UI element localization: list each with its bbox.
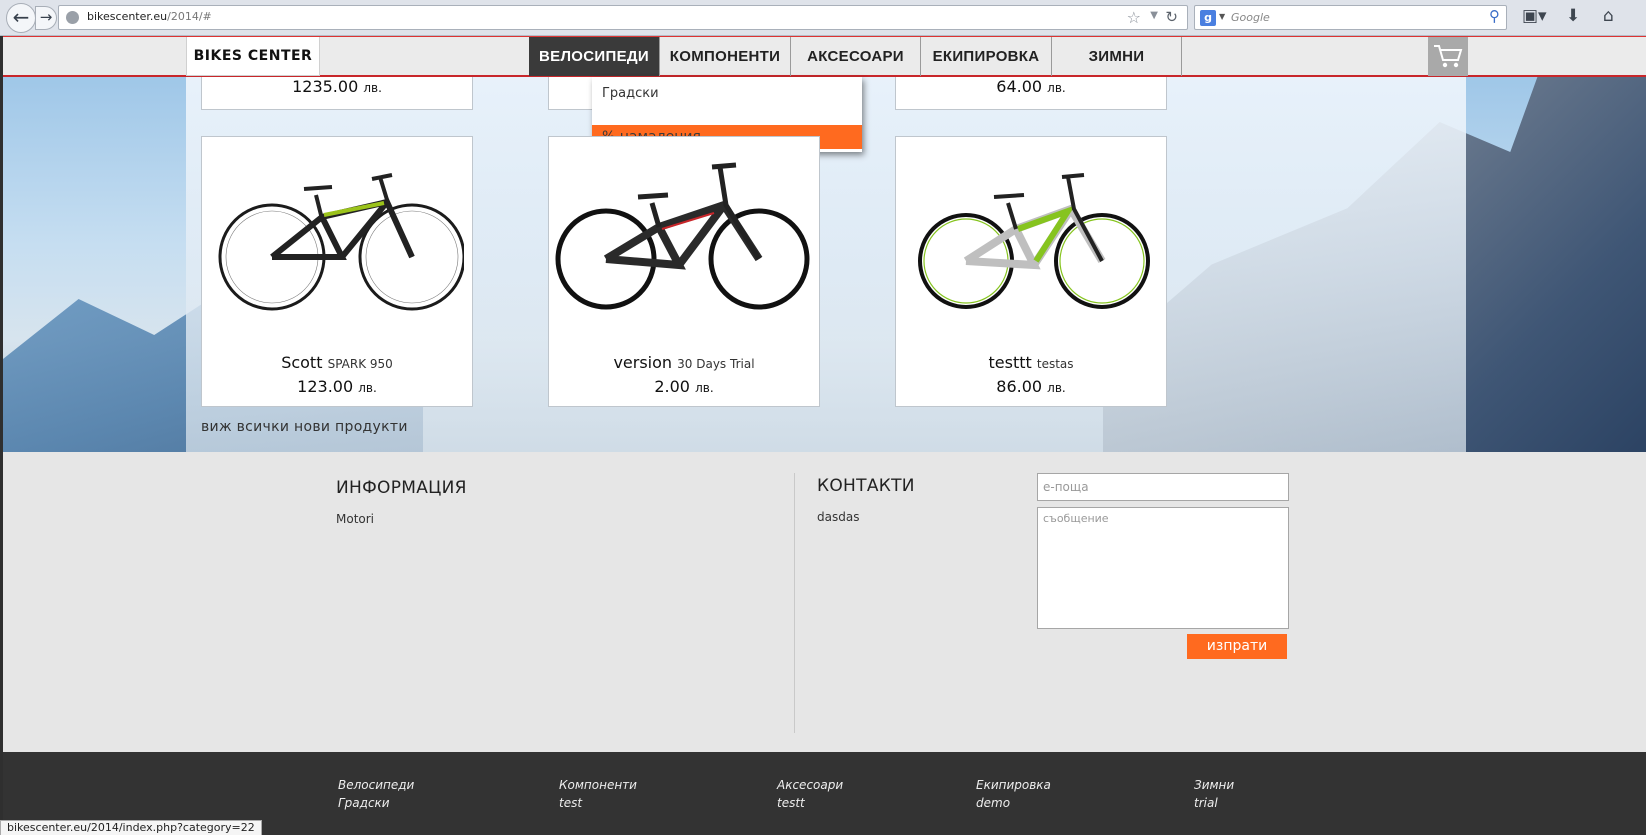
see-all-new-products-link[interactable]: виж всички нови продукти [201,419,408,435]
reload-icon[interactable]: ↻ [1165,8,1178,26]
menu-item-bicycles[interactable]: ВЕЛОСИПЕДИ [529,37,660,76]
menu-item-equipment[interactable]: ЕКИПИРОВКА [921,37,1052,76]
bike-image-scott [218,173,464,311]
search-placeholder: Google [1231,11,1270,24]
site-header: BIKES CENTER ВЕЛОСИПЕДИ КОМПОНЕНТИ АКСЕС… [3,36,1646,77]
footer-link-category[interactable]: Компоненти [559,776,637,794]
magnifier-icon[interactable]: ⚲ [1489,7,1500,25]
history-dropdown-icon[interactable]: ▼ [1150,10,1158,21]
product-title: Scott SPARK 950 [202,353,472,372]
downloads-icon[interactable]: ⬇ [1566,6,1580,26]
footer-link-sub[interactable]: Градски [338,794,414,812]
footer-link-category[interactable]: Аксесоари [777,776,843,794]
product-title: testtt testas [896,353,1166,372]
menu-item-winter[interactable]: ЗИМНИ [1052,37,1182,76]
browser-toolbar: ← → bikescenter.eu/2014/# ☆ ▼ ↻ g ▼ Goog… [0,0,1646,36]
info-title: ИНФОРМАЦИЯ [336,478,467,498]
product-price: 123.00 лв. [202,377,472,396]
status-bar-url: bikescenter.eu/2014/index.php?category=2… [0,820,262,835]
footer-column-equipment: Екипировка demo [976,776,1051,812]
footer-column-bicycles: Велосипеди Градски [338,776,414,812]
product-price: 64.00 лв. [896,77,1166,96]
product-card[interactable]: version 30 Days Trial 2.00 лв. [548,136,820,407]
email-field[interactable]: е-поща [1037,473,1289,501]
engine-dropdown-icon[interactable]: ▼ [1219,12,1225,21]
price-value: 64.00 [996,77,1043,96]
bike-image-testtt [918,173,1150,309]
footer-column-components: Компоненти test [559,776,637,812]
contacts-title: КОНТАКТИ [817,476,915,496]
message-textarea[interactable]: съобщение [1037,507,1289,629]
footer-link-category[interactable]: Зимни [1194,776,1234,794]
product-card[interactable]: Scott SPARK 950 123.00 лв. [201,136,473,407]
forward-arrow-icon[interactable]: → [35,6,57,30]
home-icon[interactable]: ⌂ [1603,6,1614,26]
product-price: 2.00 лв. [549,377,819,396]
price-value: 1235.00 [292,77,359,96]
product-model: 30 Days Trial [677,357,755,371]
cart-icon[interactable] [1428,37,1468,76]
dropdown-item-city[interactable]: Градски [592,86,862,101]
price-currency: лв. [363,81,382,95]
site-logo[interactable]: BIKES CENTER [186,37,320,76]
bookmarks-menu-icon[interactable]: ▣▾ [1522,6,1547,26]
price-currency: лв. [1047,381,1066,395]
address-text: bikescenter.eu/2014/# [87,10,212,23]
product-price: 86.00 лв. [896,377,1166,396]
footer-link-sub[interactable]: trial [1194,794,1234,812]
footer-link-sub[interactable]: testt [777,794,843,812]
product-brand: testtt [988,353,1032,372]
back-arrow-icon[interactable]: ← [6,3,36,33]
product-card[interactable]: testtt testas 86.00 лв. [895,136,1167,407]
footer-info-section [3,452,1646,752]
main-menu: ВЕЛОСИПЕДИ КОМПОНЕНТИ АКСЕСОАРИ ЕКИПИРОВ… [529,37,1182,76]
globe-icon [66,11,79,24]
price-value: 86.00 [996,377,1043,396]
product-model: testas [1036,357,1074,371]
search-bar[interactable]: g ▼ Google ⚲ [1194,5,1507,30]
product-brand: version [613,353,673,372]
url-host: bikescenter.eu [87,10,168,23]
footer-link-sub[interactable]: demo [976,794,1051,812]
price-currency: лв. [1047,81,1066,95]
price-currency: лв. [358,381,377,395]
send-button[interactable]: изпрати [1187,634,1287,659]
product-title: version 30 Days Trial [549,353,819,372]
info-link-motori[interactable]: Motori [336,512,374,526]
address-bar[interactable]: bikescenter.eu/2014/# ☆ ▼ ↻ [58,5,1188,30]
menu-item-components[interactable]: КОМПОНЕНТИ [660,37,791,76]
price-value: 2.00 [654,377,690,396]
section-divider [794,473,795,733]
footer-link-sub[interactable]: test [559,794,637,812]
menu-item-accessories[interactable]: АКСЕСОАРИ [791,37,921,76]
contacts-text: dasdas [817,510,860,524]
url-path: /2014/# [167,10,212,23]
product-model: SPARK 950 [327,357,393,371]
product-brand: Scott [281,353,323,372]
price-value: 123.00 [297,377,354,396]
bookmark-star-icon[interactable]: ☆ [1127,8,1141,27]
bike-image-version [555,162,810,310]
footer-column-accessories: Аксесоари testt [777,776,843,812]
footer-column-winter: Зимни trial [1194,776,1234,812]
footer-link-category[interactable]: Екипировка [976,776,1051,794]
search-engine-icon[interactable]: g [1200,10,1216,26]
product-price: 1235.00 лв. [202,77,472,96]
footer-link-category[interactable]: Велосипеди [338,776,414,794]
price-currency: лв. [695,381,714,395]
